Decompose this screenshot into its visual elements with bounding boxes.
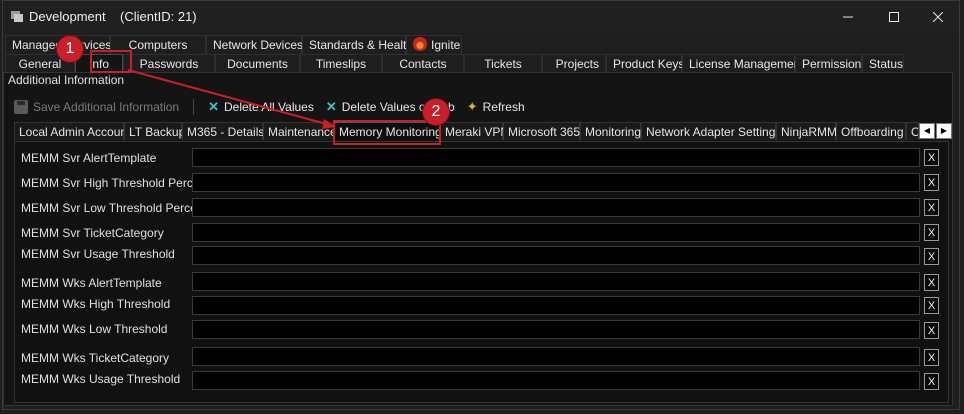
clear-field-button[interactable]: X xyxy=(924,174,939,191)
field-label: MEMM Wks AlertTemplate xyxy=(21,276,162,290)
minimize-icon xyxy=(843,16,853,18)
tab-passwords[interactable]: Passwords xyxy=(123,54,215,73)
tab-contacts[interactable]: Contacts xyxy=(382,54,464,73)
info-tab-highlight xyxy=(90,50,132,73)
refresh-button[interactable]: ✦ Refresh xyxy=(463,99,529,115)
app-icon xyxy=(11,11,23,22)
sub-tabs: Local Admin Account LT Backup M365 - Det… xyxy=(14,122,919,141)
clear-field-button[interactable]: X xyxy=(924,248,939,265)
callout-2: 2 xyxy=(423,99,449,125)
field-label: MEMM Svr TicketCategory xyxy=(21,226,164,240)
ignite-icon xyxy=(413,37,427,51)
subtab-microsoft-365[interactable]: Microsoft 365 xyxy=(503,122,580,140)
field-input[interactable] xyxy=(192,320,920,339)
toolbar: Save Additional Information ✕ Delete All… xyxy=(10,96,529,118)
callout-1: 1 xyxy=(57,36,83,62)
subtab-offboarding[interactable]: Offboarding xyxy=(836,122,906,140)
scroll-left-icon[interactable]: ◀ xyxy=(919,123,935,139)
tab-ignite-label: Ignite xyxy=(431,38,461,52)
field-label: MEMM Wks Low Threshold xyxy=(21,322,168,336)
toolbar-separator xyxy=(193,99,195,115)
field-input[interactable] xyxy=(192,173,920,192)
field-input[interactable] xyxy=(192,246,920,265)
delete-tab-x-icon: ✕ xyxy=(325,99,337,114)
clear-field-button[interactable]: X xyxy=(924,297,939,314)
subtab-overflow[interactable]: O xyxy=(906,122,919,140)
clear-field-button[interactable]: X xyxy=(924,199,939,216)
tab-status[interactable]: Status xyxy=(862,54,904,73)
refresh-icon: ✦ xyxy=(466,99,478,114)
tab-projects[interactable]: Projects xyxy=(542,54,606,73)
field-label: MEMM Wks High Threshold xyxy=(21,297,171,311)
subtab-scroll-buttons: ◀ ▶ xyxy=(919,123,952,139)
field-input[interactable] xyxy=(192,272,920,291)
subtab-meraki-vpn[interactable]: Meraki VPN xyxy=(440,122,509,140)
delete-all-values-button[interactable]: ✕ Delete All Values xyxy=(204,99,318,115)
field-label: MEMM Svr Usage Threshold xyxy=(21,247,175,261)
field-input[interactable] xyxy=(192,148,920,167)
delete-x-icon: ✕ xyxy=(208,99,219,114)
refresh-label: Refresh xyxy=(482,100,525,114)
tab-ignite[interactable]: Ignite xyxy=(406,35,462,54)
field-label: MEMM Svr Low Threshold Percent xyxy=(21,201,207,215)
tab-license-management[interactable]: License Management xyxy=(682,54,804,73)
close-icon xyxy=(933,12,943,22)
panel-title: Additional Information xyxy=(8,73,125,87)
field-input[interactable] xyxy=(192,296,920,315)
subtab-maintenance[interactable]: Maintenance xyxy=(263,122,337,140)
field-input[interactable] xyxy=(192,347,920,366)
field-label: MEMM Svr AlertTemplate xyxy=(21,151,157,165)
save-disk-icon xyxy=(14,100,28,114)
tab-permissions[interactable]: Permissions xyxy=(795,54,867,73)
tab-product-keys[interactable]: Product Keys xyxy=(606,54,684,73)
subtab-network-adapter-settings[interactable]: Network Adapter Settings xyxy=(641,122,781,140)
clear-field-button[interactable]: X xyxy=(924,373,939,390)
field-input[interactable] xyxy=(192,371,920,390)
window-title: Development (ClientID: 21) xyxy=(29,9,197,24)
title-bar: Development (ClientID: 21) xyxy=(3,1,959,33)
subtab-lt-backup[interactable]: LT Backup xyxy=(124,122,185,140)
tab-documents[interactable]: Documents xyxy=(215,54,300,73)
tab-timeslips[interactable]: Timeslips xyxy=(300,54,382,73)
clear-field-button[interactable]: X xyxy=(924,224,939,241)
field-input[interactable] xyxy=(192,223,920,242)
memory-monitoring-highlight xyxy=(333,120,441,145)
field-label: MEMM Wks Usage Threshold xyxy=(21,372,181,386)
subtab-local-admin-account[interactable]: Local Admin Account xyxy=(14,122,130,140)
tab-network-devices[interactable]: Network Devices xyxy=(206,35,303,54)
subtab-monitoring[interactable]: Monitoring xyxy=(580,122,641,140)
save-label: Save Additional Information xyxy=(33,100,180,114)
save-additional-information-button[interactable]: Save Additional Information xyxy=(10,100,183,114)
clear-field-button[interactable]: X xyxy=(924,274,939,291)
delete-all-label: Delete All Values xyxy=(224,100,314,114)
clear-field-button[interactable]: X xyxy=(924,349,939,366)
maximize-icon xyxy=(889,12,899,22)
minimize-button[interactable] xyxy=(825,1,871,33)
tab-standards-health[interactable]: Standards & Health xyxy=(302,35,413,54)
subtab-ninjarmm[interactable]: NinjaRMM xyxy=(776,122,837,140)
clear-field-button[interactable]: X xyxy=(924,149,939,166)
field-label: MEMM Wks TicketCategory xyxy=(21,351,170,365)
field-input[interactable] xyxy=(192,198,920,217)
field-label: MEMM Svr High Threshold Percent xyxy=(21,176,210,190)
main-tabs-row-2: General Info Passwords Documents Timesli… xyxy=(5,54,904,74)
maximize-button[interactable] xyxy=(871,1,917,33)
subtab-m365-details[interactable]: M365 - Details xyxy=(182,122,264,140)
clear-field-button[interactable]: X xyxy=(924,322,939,339)
scroll-right-icon[interactable]: ▶ xyxy=(936,123,952,139)
close-button[interactable] xyxy=(915,1,961,33)
tab-tickets[interactable]: Tickets xyxy=(464,54,542,73)
